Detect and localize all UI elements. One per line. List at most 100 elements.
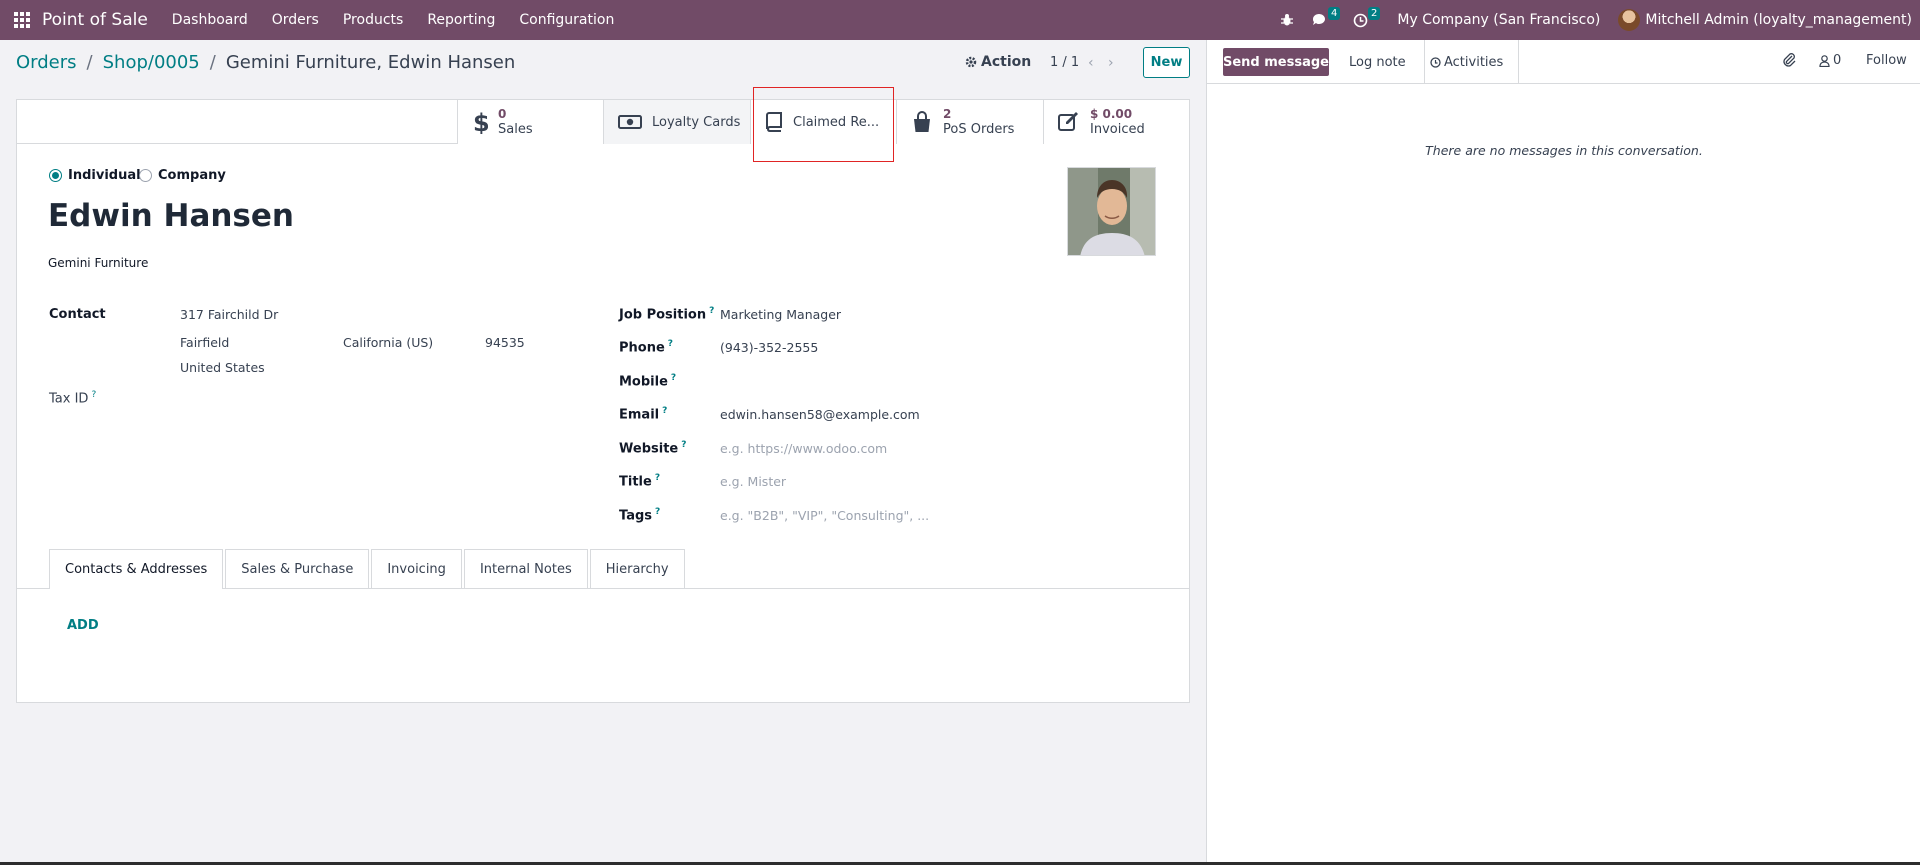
pager-value[interactable]: 1 / 1 [1050, 55, 1079, 70]
company-switcher[interactable]: My Company (San Francisco) [1397, 12, 1600, 28]
tab-sales-purchase[interactable]: Sales & Purchase [225, 549, 370, 588]
send-message-button[interactable]: Send message [1223, 48, 1329, 76]
action-menu-button[interactable]: Action [965, 54, 1031, 70]
shopping-bag-icon [911, 111, 933, 133]
title-field[interactable]: e.g. Mister [720, 474, 786, 489]
claimed-rewards-label: Claimed Re... [793, 114, 880, 130]
contact-label: Contact [49, 307, 106, 322]
menu-orders[interactable]: Orders [272, 12, 319, 28]
email-field[interactable]: edwin.hansen58@example.com [720, 407, 920, 422]
add-contact-button[interactable]: ADD [67, 618, 99, 633]
pos-orders-smart-button[interactable]: 2 PoS Orders [896, 100, 1043, 144]
breadcrumb-current: Gemini Furniture, Edwin Hansen [225, 52, 516, 73]
notebook-tabs: Contacts & Addresses Sales & Purchase In… [49, 549, 687, 589]
clock-icon [1430, 56, 1441, 68]
radio-company-label: Company [158, 168, 226, 183]
radio-individual-indicator [49, 169, 62, 182]
app-brand[interactable]: Point of Sale [42, 10, 148, 30]
breadcrumb-orders[interactable]: Orders [16, 52, 77, 73]
edit-document-icon [1058, 112, 1080, 132]
activities-count-badge: 2 [1368, 6, 1381, 20]
tab-invoicing[interactable]: Invoicing [371, 549, 462, 588]
state-field[interactable]: California (US) [343, 335, 433, 350]
tab-hierarchy[interactable]: Hierarchy [589, 549, 685, 588]
bug-icon[interactable] [1280, 13, 1294, 27]
menu-products[interactable]: Products [343, 12, 403, 28]
navbar-systray: 4 2 My Company (San Francisco) Mitchell … [1271, 0, 1912, 40]
help-tooltip-icon[interactable]: ? [655, 507, 660, 517]
country-field[interactable]: United States [180, 360, 265, 375]
activities-button[interactable]: Activities [1415, 40, 1520, 84]
menu-configuration[interactable]: Configuration [519, 12, 614, 28]
breadcrumb-separator: / [209, 52, 216, 73]
job-position-label-text: Job Position [619, 307, 707, 323]
log-note-button[interactable]: Log note [1331, 40, 1425, 84]
website-field[interactable]: e.g. https://www.odoo.com [720, 441, 887, 456]
followers-button[interactable]: 0 [1819, 53, 1841, 68]
activities-label: Activities [1444, 54, 1504, 70]
radio-individual-label: Individual [68, 168, 141, 183]
mobile-label: Mobile? [619, 373, 676, 389]
partner-photo[interactable] [1067, 167, 1156, 256]
activities-clock-icon[interactable]: 2 [1353, 6, 1381, 28]
mobile-field[interactable] [720, 373, 1020, 391]
menu-reporting[interactable]: Reporting [427, 12, 495, 28]
tags-label: Tags? [619, 507, 660, 523]
menu-dashboard[interactable]: Dashboard [172, 12, 248, 28]
radio-individual[interactable]: Individual [49, 168, 141, 183]
help-tooltip-icon[interactable]: ? [668, 339, 673, 349]
messages-icon[interactable]: 4 [1312, 7, 1341, 27]
pos-orders-label: PoS Orders [943, 122, 1015, 137]
dollar-icon: $ [472, 110, 488, 134]
radio-company[interactable]: Company [139, 168, 226, 183]
new-record-button[interactable]: New [1143, 47, 1190, 78]
tags-label-text: Tags [619, 508, 653, 524]
paperclip-icon[interactable] [1782, 52, 1796, 72]
help-tooltip-icon[interactable]: ? [662, 406, 667, 416]
website-label: Website? [619, 440, 686, 456]
apps-menu-icon[interactable] [12, 10, 32, 30]
invoiced-smart-button[interactable]: $ 0.00 Invoiced [1043, 100, 1189, 144]
chatter-topbar: Send message Log note Activities 0 Follo… [1207, 40, 1920, 84]
tags-field[interactable]: e.g. "B2B", "VIP", "Consulting", ... [720, 508, 929, 523]
user-avatar [1618, 9, 1641, 31]
help-tooltip-icon[interactable]: ? [709, 306, 714, 316]
street-field[interactable]: 317 Fairchild Dr [180, 307, 278, 322]
website-label-text: Website [619, 441, 679, 457]
partner-name-field[interactable]: Edwin Hansen [48, 198, 294, 234]
loyalty-cards-label: Loyalty Cards [652, 114, 741, 130]
pos-orders-count: 2 [943, 107, 952, 121]
action-label: Action [981, 54, 1032, 70]
title-label-text: Title [619, 474, 652, 490]
chevron-right-icon[interactable]: › [1108, 55, 1114, 71]
title-label: Title? [619, 473, 660, 489]
tax-id-field[interactable] [180, 390, 580, 408]
claimed-rewards-smart-button[interactable]: Claimed Re... [750, 100, 896, 144]
help-tooltip-icon[interactable]: ? [91, 390, 96, 400]
follow-button[interactable]: Follow [1866, 53, 1907, 68]
sales-smart-button[interactable]: $ 0 Sales [457, 100, 603, 144]
city-field[interactable]: Fairfield [180, 335, 229, 350]
help-tooltip-icon[interactable]: ? [681, 440, 686, 450]
tax-id-label-text: Tax ID [49, 391, 89, 407]
job-position-field[interactable]: Marketing Manager [720, 307, 841, 322]
zip-field[interactable]: 94535 [485, 335, 525, 350]
help-tooltip-icon[interactable]: ? [671, 373, 676, 383]
phone-field[interactable]: (943)-352-2555 [720, 340, 818, 355]
loyalty-cards-smart-button[interactable]: Loyalty Cards [603, 100, 750, 144]
svg-text:$: $ [473, 110, 488, 134]
email-label: Email? [619, 406, 667, 422]
breadcrumb-order[interactable]: Shop/0005 [103, 52, 200, 73]
partner-company-field[interactable]: Gemini Furniture [48, 256, 148, 270]
tab-internal-notes[interactable]: Internal Notes [463, 549, 588, 588]
help-tooltip-icon[interactable]: ? [655, 473, 660, 483]
mobile-label-text: Mobile [619, 374, 668, 390]
smart-button-box: $ 0 Sales Loyalty Cards Claimed Re... 2 … [17, 100, 1189, 144]
phone-label-text: Phone [619, 340, 665, 356]
sales-count: 0 [498, 107, 507, 121]
gear-icon [965, 56, 977, 68]
chevron-left-icon[interactable]: ‹ [1088, 55, 1094, 71]
breadcrumb: Orders / Shop/0005 / Gemini Furniture, E… [16, 52, 515, 73]
user-menu[interactable]: Mitchell Admin (loyalty_management) [1618, 9, 1912, 31]
tab-contacts-addresses[interactable]: Contacts & Addresses [49, 549, 224, 589]
